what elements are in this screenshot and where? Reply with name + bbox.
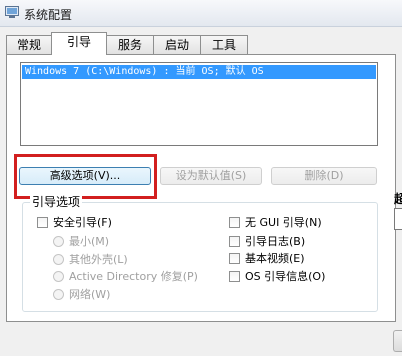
boot-log-label: 引导日志(B) — [245, 235, 306, 248]
timeout-input[interactable] — [394, 208, 402, 230]
system-config-icon — [5, 6, 19, 18]
advanced-options-button[interactable]: 高级选项(V)... — [19, 167, 151, 185]
no-gui-boot-label: 无 GUI 引导(N) — [245, 216, 322, 229]
safe-boot-label: 安全引导(F) — [53, 216, 112, 229]
radio-circle[interactable] — [53, 289, 64, 300]
window-title: 系统配置 — [24, 8, 73, 22]
os-boot-info-label: OS 引导信息(O) — [245, 270, 326, 283]
checkbox-box[interactable] — [229, 253, 240, 264]
tab-services[interactable]: 服务 — [106, 35, 154, 54]
base-video-label: 基本视频(E) — [245, 252, 305, 265]
timeout-label: 超 — [394, 192, 402, 206]
tab-general[interactable]: 常规 — [6, 35, 52, 54]
checkbox-box[interactable] — [37, 217, 48, 228]
list-item[interactable]: Windows 7 (C:\Windows) : 当前 OS; 默认 OS — [22, 65, 376, 79]
system-configuration-window: 系统配置 常规 引导 服务 启动 工具 Windows 7 (C:\Window… — [0, 0, 402, 356]
boot-options-label: 引导选项 — [30, 193, 83, 210]
ok-button-partial[interactable] — [393, 330, 402, 352]
boot-entries-list[interactable]: Windows 7 (C:\Windows) : 当前 OS; 默认 OS — [20, 62, 378, 146]
tab-startup[interactable]: 启动 — [153, 35, 201, 54]
checkbox-box[interactable] — [229, 217, 240, 228]
radio-circle[interactable] — [53, 236, 64, 247]
alternate-shell-label: 其他外壳(L) — [69, 253, 128, 266]
set-default-button[interactable]: 设为默认值(S) — [160, 167, 262, 185]
minimal-label: 最小(M) — [69, 235, 110, 248]
checkbox-box[interactable] — [229, 236, 240, 247]
delete-button[interactable]: 删除(D) — [271, 167, 377, 185]
radio-circle[interactable] — [53, 254, 64, 265]
tab-boot[interactable]: 引导 — [51, 32, 107, 55]
network-label: 网络(W) — [69, 288, 111, 301]
radio-circle[interactable] — [53, 271, 64, 282]
checkbox-box[interactable] — [229, 271, 240, 282]
ad-repair-label: Active Directory 修复(P) — [69, 270, 198, 283]
title-bar[interactable]: 系统配置 — [0, 0, 402, 27]
tab-tools[interactable]: 工具 — [200, 35, 248, 54]
